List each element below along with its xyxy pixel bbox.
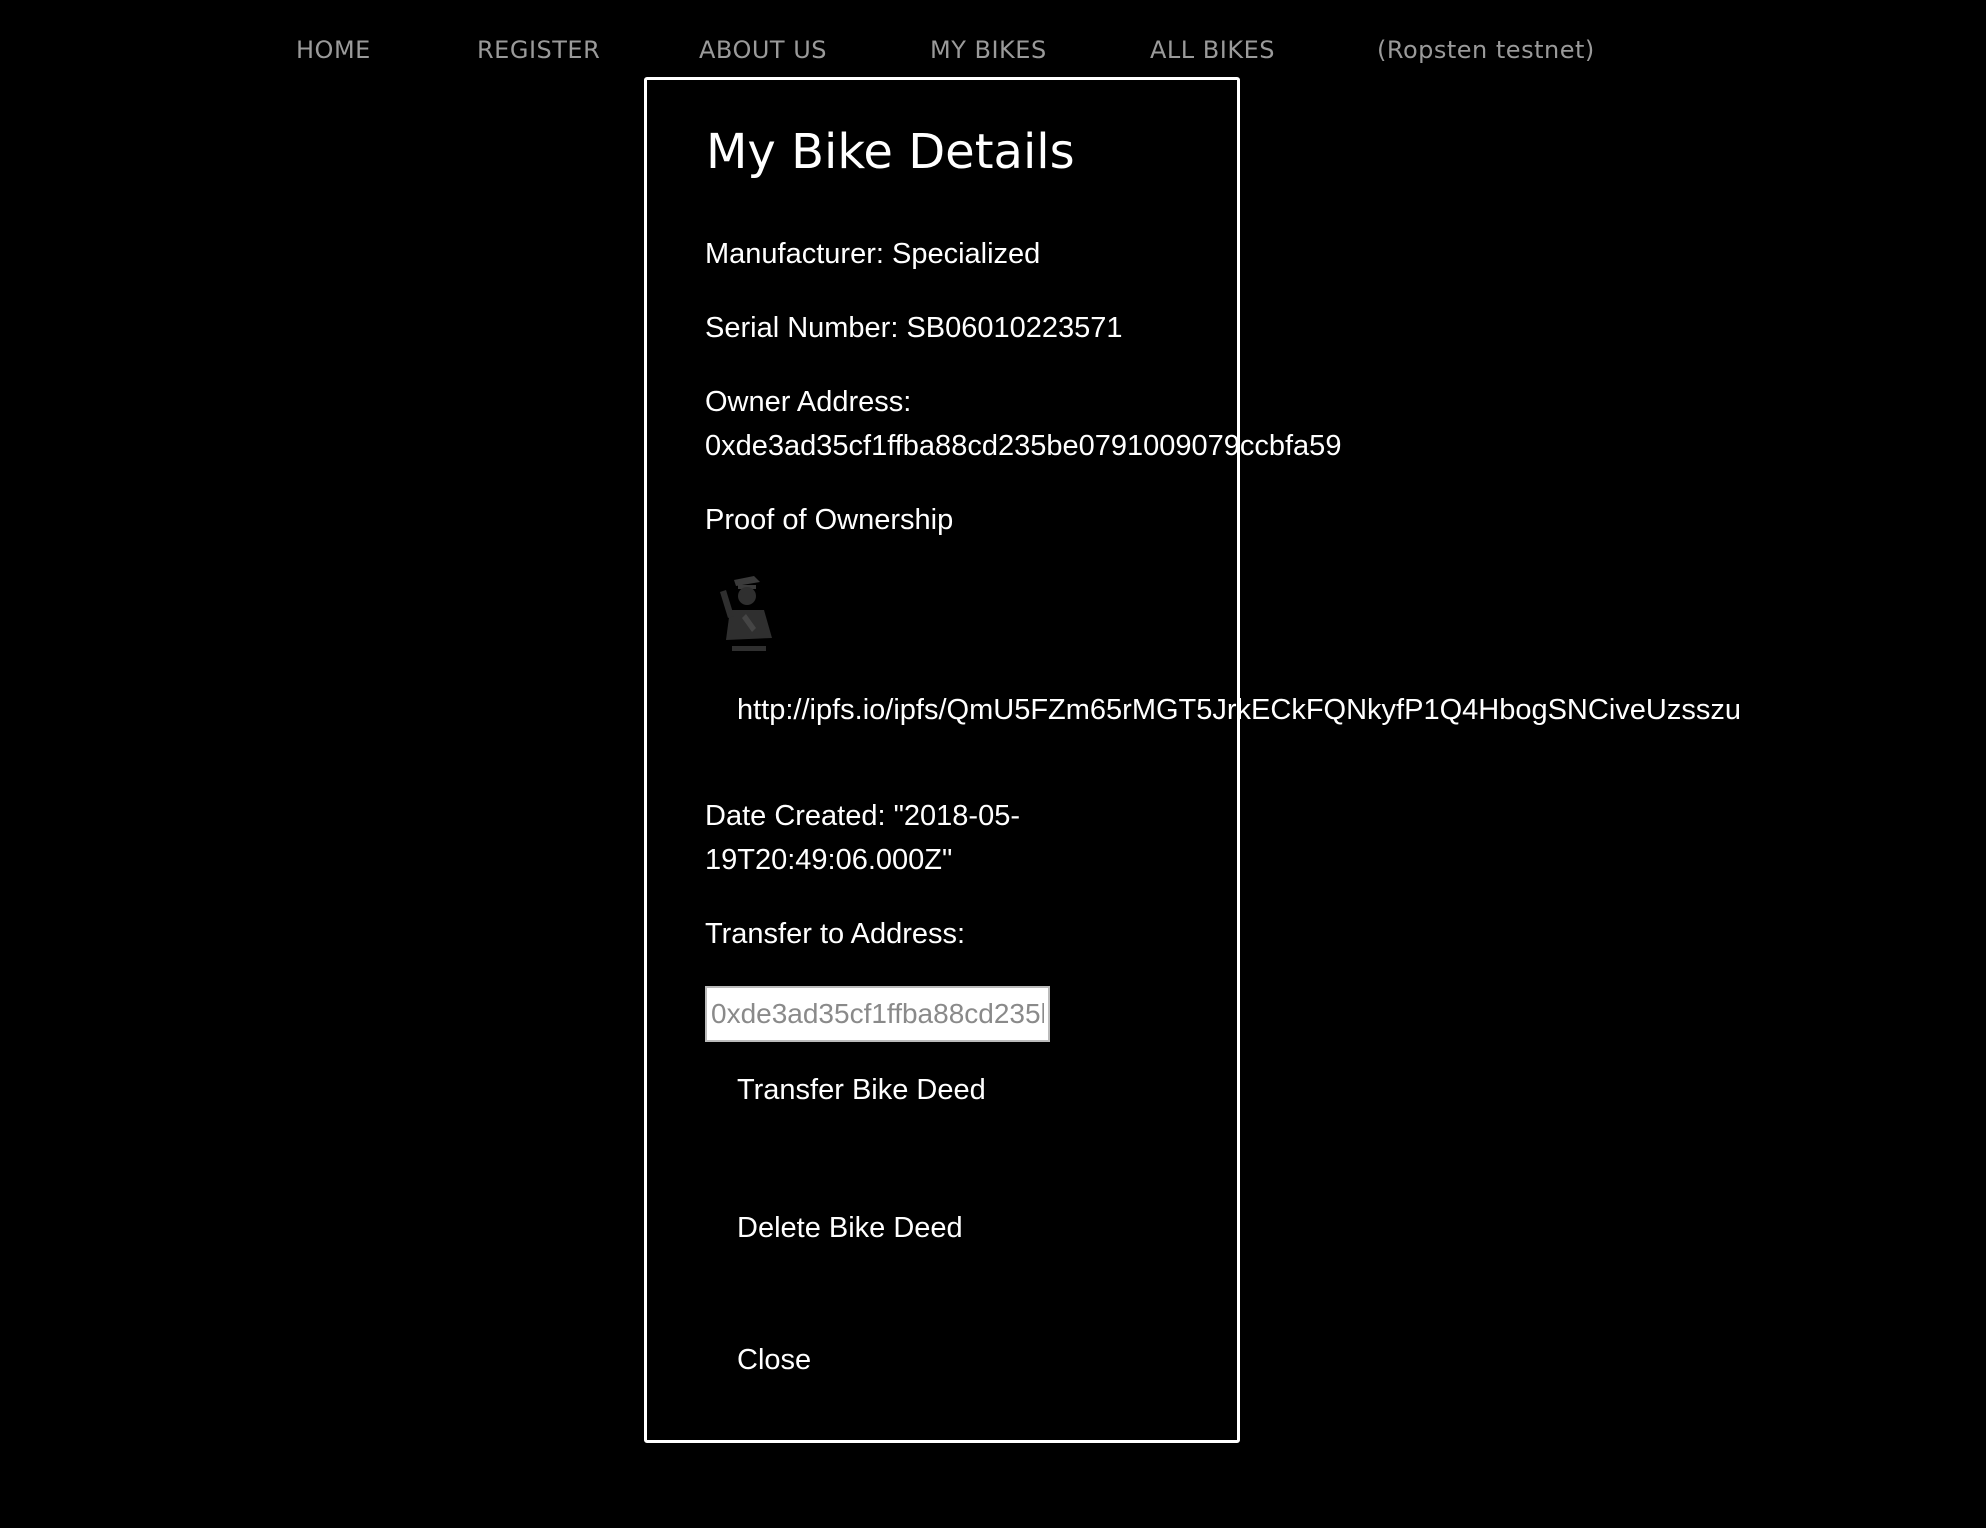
close-button[interactable]: Close [737,1344,811,1377]
owner-address-value: 0xde3ad35cf1ffba88cd235be0791009079ccbfa… [705,430,1342,462]
delete-bike-deed-button[interactable]: Delete Bike Deed [737,1212,963,1245]
nav-all-bikes[interactable]: ALL BIKES [1150,36,1275,64]
serial-number-text: Serial Number: SB06010223571 [705,312,1123,344]
transfer-bike-deed-button[interactable]: Transfer Bike Deed [737,1074,986,1107]
network-indicator: (Ropsten testnet) [1377,36,1595,64]
nav-register[interactable]: REGISTER [477,36,600,64]
police-officer-icon[interactable] [710,570,782,656]
nav-about-us[interactable]: ABOUT US [699,36,827,64]
date-created-line1: Date Created: "2018-05- [705,800,1020,832]
owner-address-label: Owner Address: [705,386,912,418]
proof-of-ownership-label: Proof of Ownership [705,504,954,536]
date-created-line2: 19T20:49:06.000Z" [705,844,953,876]
modal-title: My Bike Details [706,124,1075,180]
nav-home[interactable]: HOME [296,36,371,64]
nav-my-bikes[interactable]: MY BIKES [930,36,1047,64]
transfer-address-label: Transfer to Address: [705,918,966,950]
ipfs-proof-link[interactable]: http://ipfs.io/ipfs/QmU5FZm65rMGT5JrkECk… [737,688,1741,732]
manufacturer-text: Manufacturer: Specialized [705,238,1041,270]
transfer-address-input[interactable] [705,986,1050,1042]
